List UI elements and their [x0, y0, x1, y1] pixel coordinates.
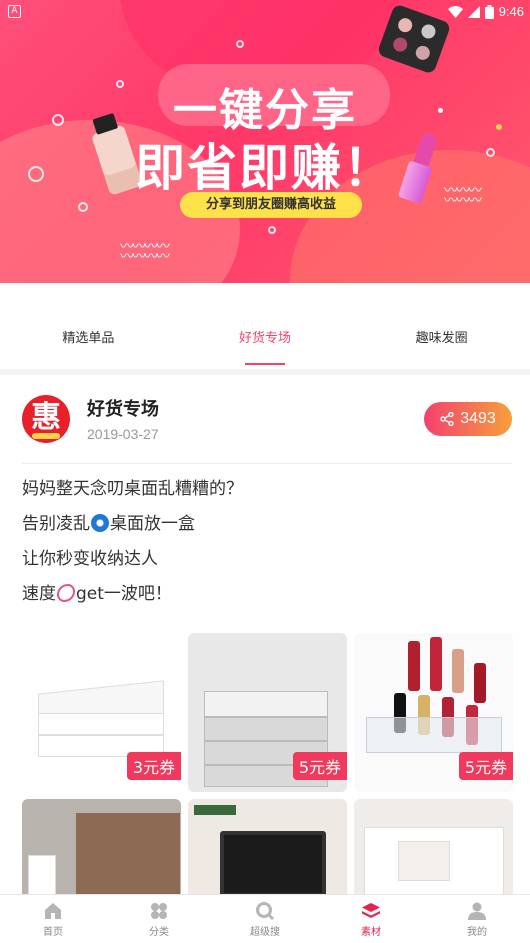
home-icon	[45, 903, 61, 919]
wifi-icon	[447, 5, 463, 18]
tab-fun-posts[interactable]: 趣味发圈	[353, 283, 530, 369]
bottom-navigation: 首页 分类 超级搜 素材 我的	[0, 894, 530, 943]
post-line: 速度 get一波吧！	[22, 581, 512, 616]
post-line-text: get一波吧！	[76, 584, 172, 604]
share-count: 3493	[460, 410, 496, 427]
organizer-box-image	[38, 713, 164, 735]
avatar[interactable]: 惠	[22, 395, 70, 443]
search-icon	[256, 902, 275, 921]
label-sticker-image	[194, 805, 236, 815]
post-author: 好货专场	[87, 399, 159, 420]
category-icon	[151, 903, 167, 919]
drawer-organizer-image	[398, 841, 450, 881]
signal-icon	[467, 5, 480, 18]
post-line-text: 妈妈整天念叨桌面乱糟糟的？	[22, 479, 243, 499]
post-line: 妈妈整天念叨桌面乱糟糟的？	[22, 476, 512, 511]
banner-circle	[236, 40, 244, 48]
post-line-text: 让你秒变收纳达人	[22, 549, 158, 569]
app-notification-icon: A	[8, 5, 21, 18]
nav-home[interactable]: 首页	[0, 895, 106, 943]
cosmetics-shelf-image	[76, 813, 180, 901]
tab-good-deals[interactable]: 好货专场	[177, 283, 354, 369]
product-image[interactable]: 3元券	[22, 633, 181, 792]
drawer-unit-image	[204, 717, 328, 741]
nav-materials[interactable]: 素材	[318, 895, 424, 943]
post-divider	[22, 463, 512, 464]
banner-headline-2: 即省即赚！	[135, 139, 395, 197]
post-line-text: 告别凌乱	[22, 514, 90, 534]
drawer-unit-image	[204, 691, 328, 717]
product-image[interactable]: 5元券	[188, 633, 347, 792]
banner-circle	[78, 202, 88, 212]
active-tab-indicator	[245, 363, 285, 365]
coupon-badge: 5元券	[458, 752, 513, 780]
nav-super-search[interactable]: 超级搜	[212, 895, 318, 943]
lipstick-image	[408, 641, 420, 691]
nav-label: 超级搜	[250, 927, 280, 938]
nav-profile[interactable]: 我的	[424, 895, 530, 943]
photo-frame-image	[28, 855, 56, 895]
post-line-text: 速度	[22, 584, 56, 604]
banner-circle	[268, 226, 276, 234]
post-line: 告别凌乱 桌面放一盒	[22, 511, 512, 546]
acrylic-holder-image	[366, 717, 502, 753]
lipstick-image	[430, 637, 442, 691]
laptop-image	[220, 831, 326, 897]
nav-label: 首页	[43, 927, 63, 938]
cyclone-emoji-icon	[91, 514, 109, 532]
post-line-text: 桌面放一盒	[110, 514, 195, 534]
lipstick-image	[452, 649, 464, 693]
product-image[interactable]: 5元券	[354, 633, 513, 792]
status-icons: 9:46	[447, 4, 524, 19]
content-tabs: 精选单品 好货专场 趣味发圈	[0, 283, 530, 369]
coupon-badge: 5元券	[292, 752, 347, 780]
promo-banner[interactable]: 〰〰〰〰 〰〰〰〰 〰〰〰 〰〰〰 一键分享 即省即赚！ 分享到朋友圈赚高收益	[0, 0, 530, 283]
tab-selected-items[interactable]: 精选单品	[0, 283, 177, 369]
nav-category[interactable]: 分类	[106, 895, 212, 943]
tab-label: 趣味发圈	[415, 331, 468, 346]
coupon-badge: 3元券	[126, 752, 181, 780]
layers-icon	[362, 903, 380, 918]
flexed-arm-emoji-icon	[57, 584, 75, 602]
nav-label: 我的	[467, 927, 487, 938]
status-time: 9:46	[498, 4, 524, 19]
share-button[interactable]: 3493	[424, 402, 512, 436]
lipstick-image	[474, 663, 486, 703]
banner-subline: 分享到朋友圈赚高收益	[180, 192, 362, 218]
battery-icon	[484, 4, 494, 19]
tab-label: 好货专场	[239, 331, 292, 346]
post-body: 妈妈整天念叨桌面乱糟糟的？ 告别凌乱 桌面放一盒 让你秒变收纳达人 速度 get一波…	[22, 476, 512, 616]
post-date: 2019-03-27	[87, 426, 159, 442]
nav-label: 素材	[361, 927, 381, 938]
post-line: 让你秒变收纳达人	[22, 546, 512, 581]
profile-icon	[468, 902, 486, 920]
share-icon	[440, 412, 454, 426]
status-bar: A 9:46	[0, 0, 530, 24]
nav-label: 分类	[149, 927, 169, 938]
post-header: 惠 好货专场 2019-03-27 3493	[0, 375, 530, 465]
tab-label: 精选单品	[62, 331, 115, 346]
banner-wave-decoration: 〰〰〰〰	[120, 249, 170, 265]
